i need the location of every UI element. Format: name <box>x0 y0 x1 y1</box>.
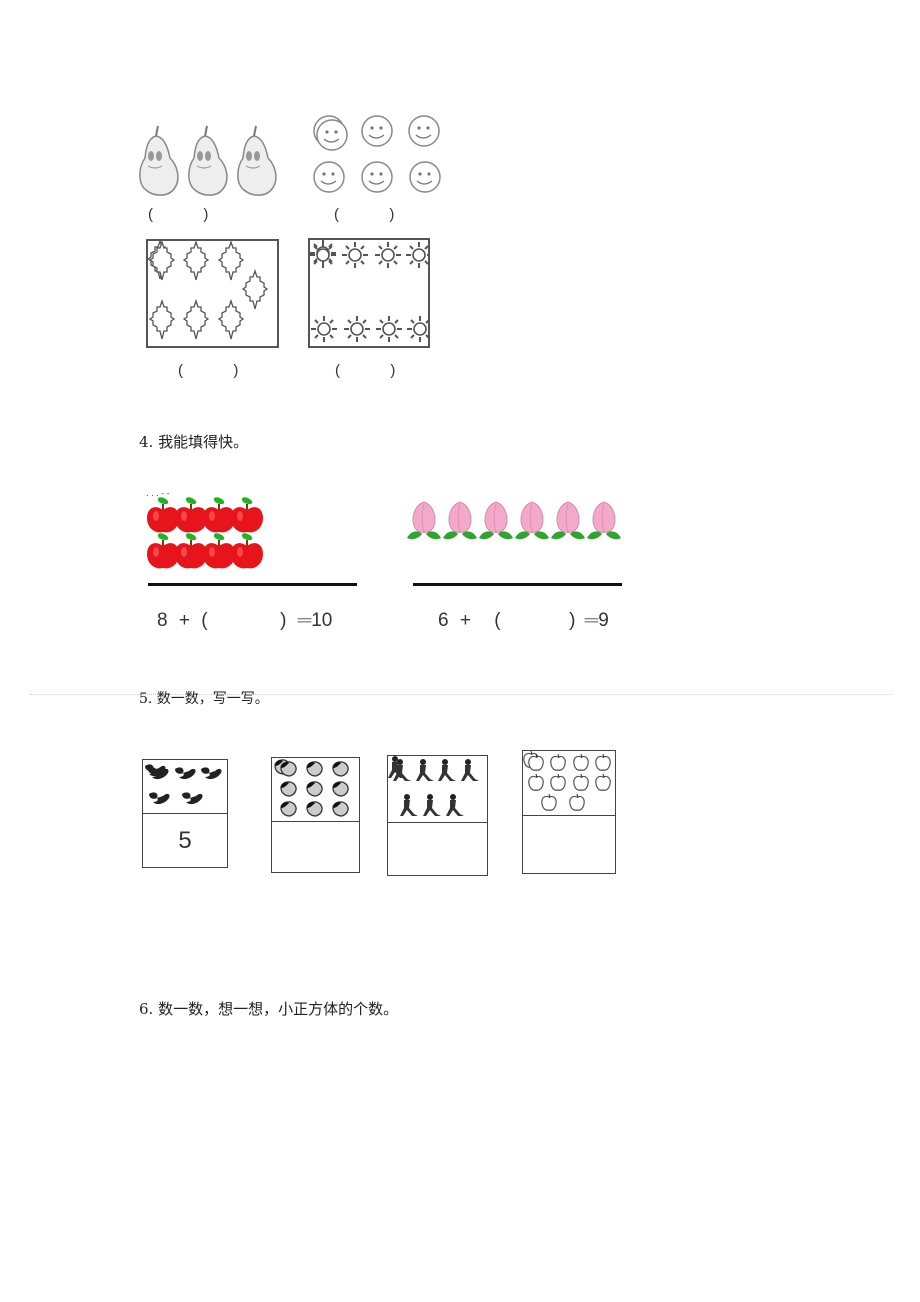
smiley-icon <box>316 119 348 151</box>
apples-equation: 8 + ( ) ═10 <box>157 610 357 632</box>
peaches-equation: 6 + ( ) ═9 <box>438 610 638 632</box>
count-box-apples <box>522 750 616 874</box>
close-paren: ) <box>569 610 576 631</box>
count-box-strawberries <box>271 757 360 873</box>
apples-divider-line <box>148 583 357 586</box>
pears-answer-blank[interactable]: ( ) <box>148 206 218 223</box>
peach-icon <box>407 501 441 540</box>
apple-outlines-picture <box>523 751 615 816</box>
open-paren: ( <box>334 206 339 223</box>
peaches-picture <box>405 500 625 545</box>
close-paren: ) <box>280 610 287 631</box>
answer-field[interactable] <box>272 822 359 872</box>
smiley-picture <box>313 115 441 193</box>
count-box-figures <box>387 755 488 876</box>
apples-picture: . . . - - <box>145 490 275 580</box>
close-paren: ) <box>390 362 396 379</box>
addend: 8 <box>157 610 168 631</box>
open-paren: ( <box>201 610 208 631</box>
pear-icon <box>236 125 277 197</box>
close-paren: ) <box>233 362 239 379</box>
result: 9 <box>598 610 609 631</box>
addend: 6 <box>438 610 449 631</box>
diamond-answer-blank[interactable]: ( ) <box>178 362 248 379</box>
plus-sign: + <box>459 610 471 631</box>
count-box-birds: 5 <box>142 759 228 868</box>
birds-picture <box>143 760 227 814</box>
sun-picture <box>310 240 428 343</box>
pear-icon <box>187 125 228 197</box>
svg-text:. . . - -: . . . - - <box>146 490 170 498</box>
pears-picture <box>139 125 277 197</box>
question-5-title: 5. 数一数，写一写。 <box>139 691 269 707</box>
open-paren: ( <box>494 610 501 631</box>
smiley-icon <box>313 161 345 193</box>
smiley-icon <box>408 115 440 147</box>
open-paren: ( <box>148 206 153 223</box>
close-paren: ) <box>389 206 395 223</box>
diamond-frame <box>146 239 279 348</box>
diamond-picture <box>148 241 268 340</box>
question-4-title: 4. 我能填得快。 <box>139 433 249 451</box>
pear-icon <box>139 125 179 196</box>
apple-icon <box>147 497 179 533</box>
answer-field[interactable] <box>388 823 487 875</box>
open-paren: ( <box>178 362 183 379</box>
result: 10 <box>311 610 333 631</box>
sun-frame <box>308 238 430 348</box>
answer-field[interactable] <box>523 816 615 873</box>
smiley-icon <box>361 115 393 147</box>
sun-answer-blank[interactable]: ( ) <box>335 362 405 379</box>
answer-field[interactable]: 5 <box>143 814 227 867</box>
equals-sign: ═ <box>297 610 312 631</box>
plus-sign: + <box>178 610 190 631</box>
question-6-title: 6. 数一数，想一想，小正方体的个数。 <box>139 1000 399 1018</box>
smiley-icon <box>409 161 441 193</box>
peaches-divider-line <box>413 583 622 586</box>
smiley-answer-blank[interactable]: ( ) <box>334 206 404 223</box>
strawberries-picture <box>272 758 359 822</box>
equals-sign: ═ <box>584 610 599 631</box>
close-paren: ) <box>203 206 209 223</box>
figures-picture <box>388 756 487 823</box>
smiley-icon <box>361 161 393 193</box>
smiley-group <box>312 114 450 196</box>
open-paren: ( <box>335 362 340 379</box>
pears-group <box>136 122 286 198</box>
